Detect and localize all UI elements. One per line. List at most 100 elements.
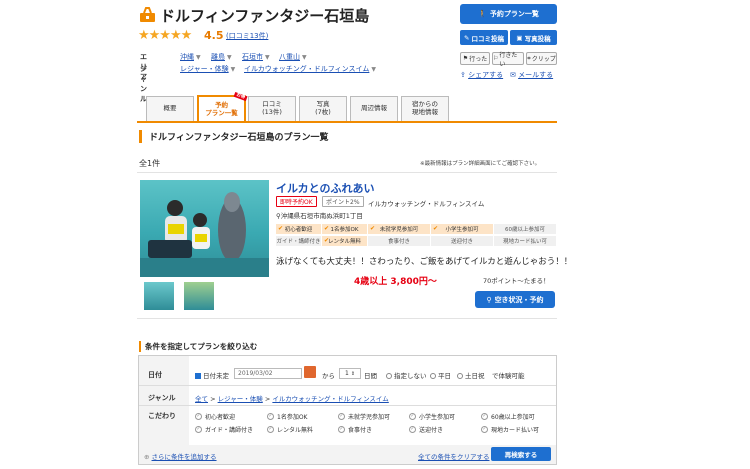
check-circle-icon: ✓ xyxy=(195,426,202,433)
chevron-down-icon[interactable]: ▼ xyxy=(302,54,307,61)
availability-button[interactable]: ⚲ 空き状況・予約 xyxy=(475,291,555,308)
want-to-go-button[interactable]: ⚐ 行きたい xyxy=(492,52,524,68)
plan-thumbnail[interactable] xyxy=(144,282,174,310)
mail-link[interactable]: ✉ メールする xyxy=(510,70,553,80)
area-link-ishigaki[interactable]: 石垣市 xyxy=(242,53,263,61)
kodawari-card[interactable]: ✓ 現地カード払い可 xyxy=(481,424,539,435)
clear-conditions-link[interactable]: 全ての条件をクリアする xyxy=(418,451,490,461)
info-note: ※最新情報はプラン詳細画面にてご確認下さい。 xyxy=(420,161,541,167)
plan-main-photo[interactable] xyxy=(140,180,269,277)
kodawari-label: こだわり xyxy=(148,412,176,420)
divider xyxy=(137,318,557,319)
area-link-yaeyama[interactable]: 八重山 xyxy=(279,53,300,61)
activity-logo-icon xyxy=(140,7,155,22)
calendar-icon[interactable] xyxy=(304,366,316,378)
plan-name-link[interactable]: イルカとのふれあい xyxy=(276,180,375,196)
point-tag: ポイント2% xyxy=(322,196,364,207)
kodawari-solo[interactable]: ✓ 1名参加OK xyxy=(267,411,307,422)
kodawari-beginner[interactable]: ✓ 初心者歓迎 xyxy=(195,411,235,422)
genre-dolphin-link[interactable]: イルカウォッチング・ドルフィンスイム xyxy=(272,395,388,403)
plan-thumbnail[interactable] xyxy=(184,282,214,310)
kodawari-senior[interactable]: ✓ 60歳以上参加可 xyxy=(481,411,535,422)
check-circle-icon: ✓ xyxy=(338,426,345,433)
check-circle-icon: ✓ xyxy=(481,426,488,433)
flag-icon: ⚑ xyxy=(462,55,469,62)
page-title: ドルフィンファンタジー石垣島 xyxy=(160,7,370,25)
deal-badge: お得 xyxy=(233,91,248,102)
person-icon: 🚶 xyxy=(478,10,487,18)
chevron-down-icon[interactable]: ▼ xyxy=(265,54,270,61)
chevron-down-icon[interactable]: ▼ xyxy=(371,66,376,73)
days-unit: 日間 xyxy=(364,372,377,380)
research-button[interactable]: 再検索する xyxy=(491,447,551,461)
plan-list-button[interactable]: 🚶 予約プラン一覧 xyxy=(460,4,557,24)
feature-elementary: ✔ 小学生参加可 xyxy=(431,224,493,234)
check-icon: ✔ xyxy=(433,225,439,232)
plan-price: 4歳以上 3,800円〜 xyxy=(354,277,437,287)
area-link-ritou[interactable]: 離島 xyxy=(211,53,225,61)
tab-plan-list[interactable]: 予約 プラン一覧 お得 xyxy=(197,91,248,122)
clip-button[interactable]: ⌗ クリップ xyxy=(526,52,557,65)
filter-divider xyxy=(139,405,556,406)
kodawari-guide[interactable]: ✓ ガイド・講師付き xyxy=(195,424,253,435)
share-link[interactable]: ⇪ シェアする xyxy=(460,70,503,80)
date-input[interactable]: 2019/03/02 xyxy=(234,368,302,379)
plan-points: 70ポイント〜たまる！ xyxy=(483,277,550,285)
option-unspecified[interactable]: 指定しない xyxy=(386,370,427,380)
kodawari-preschool[interactable]: ✓ 未就学児参加可 xyxy=(338,411,390,422)
chevron-right-icon: > xyxy=(210,395,218,403)
chevron-down-icon[interactable]: ▼ xyxy=(231,66,236,73)
option-weekend[interactable]: 土日祝 xyxy=(457,370,485,380)
chevron-down-icon[interactable]: ▼ xyxy=(227,54,232,61)
genre-leisure-link[interactable]: レジャー・体験 xyxy=(218,395,263,403)
kodawari-meal[interactable]: ✓ 食事付き xyxy=(338,424,372,435)
checkbox-icon xyxy=(195,373,201,379)
post-review-button[interactable]: ✎ 口コミ投稿 xyxy=(460,30,508,45)
check-icon: ✔ xyxy=(324,237,330,244)
search-icon: ⚲ xyxy=(486,295,492,304)
check-circle-icon: ✓ xyxy=(338,413,345,420)
check-icon: ✔ xyxy=(370,225,376,232)
plus-circle-icon: ⊕ xyxy=(144,453,150,461)
option-weekday[interactable]: 平日 xyxy=(430,370,451,380)
from-label: から xyxy=(322,372,335,380)
feature-solo: ✔ 1名参加OK xyxy=(322,224,367,234)
tab-local-info[interactable]: 宿からの 現地情報 xyxy=(401,96,449,121)
rating-score: 4.5 xyxy=(204,29,224,42)
chevron-down-icon[interactable]: ▼ xyxy=(196,54,201,61)
kodawari-rental[interactable]: ✓ レンタル無料 xyxy=(267,424,313,435)
bookable-label: で体験可能 xyxy=(492,372,525,380)
divider xyxy=(137,172,557,173)
tab-underline xyxy=(137,121,557,123)
tab-reviews[interactable]: 口コミ (13件) xyxy=(248,96,296,121)
review-count-link[interactable]: (口コミ13件) xyxy=(226,31,268,41)
stepper-arrows-icon: ⇕ xyxy=(350,370,356,377)
days-stepper[interactable]: 1 ⇕ xyxy=(339,368,361,379)
post-photo-button[interactable]: ▣ 写真投稿 xyxy=(510,30,557,45)
area-link-okinawa[interactable]: 沖縄 xyxy=(180,53,194,61)
check-icon: ✔ xyxy=(324,225,330,232)
kodawari-pickup[interactable]: ✓ 送迎付き xyxy=(409,424,443,435)
check-circle-icon: ✓ xyxy=(267,413,274,420)
feature-card: 現地カード払い可 xyxy=(494,236,556,246)
radio-icon xyxy=(457,373,463,379)
kodawari-elementary[interactable]: ✓ 小学生参加可 xyxy=(409,411,455,422)
tab-overview[interactable]: 概要 xyxy=(146,96,194,121)
genre-link-dolphin[interactable]: イルカウォッチング・ドルフィンスイム xyxy=(244,65,369,73)
plan-list-heading: ドルフィンファンタジー石垣島のプラン一覧 xyxy=(139,130,329,143)
comment-icon: ✎ xyxy=(464,33,470,42)
camera-icon: ▣ xyxy=(516,33,523,42)
feature-beginner: ✔ 初心者歓迎 xyxy=(276,224,321,234)
tab-photos[interactable]: 写真 (7枚) xyxy=(299,96,347,121)
check-circle-icon: ✓ xyxy=(267,426,274,433)
tab-nearby[interactable]: 周辺情報 xyxy=(350,96,398,121)
flag-icon: ⚐ xyxy=(493,55,499,62)
clip-icon: ⌗ xyxy=(527,54,531,62)
went-button[interactable]: ⚑ 行った xyxy=(460,52,490,65)
dolphin-photo-illustration xyxy=(140,192,269,277)
add-conditions-link[interactable]: ⊕ さらに条件を追加する xyxy=(144,451,217,461)
date-undecided-checkbox[interactable]: 日付未定 xyxy=(195,370,229,380)
genre-all-link[interactable]: 全て xyxy=(195,395,208,403)
radio-icon xyxy=(430,373,436,379)
genre-link-leisure[interactable]: レジャー・体験 xyxy=(180,65,229,73)
